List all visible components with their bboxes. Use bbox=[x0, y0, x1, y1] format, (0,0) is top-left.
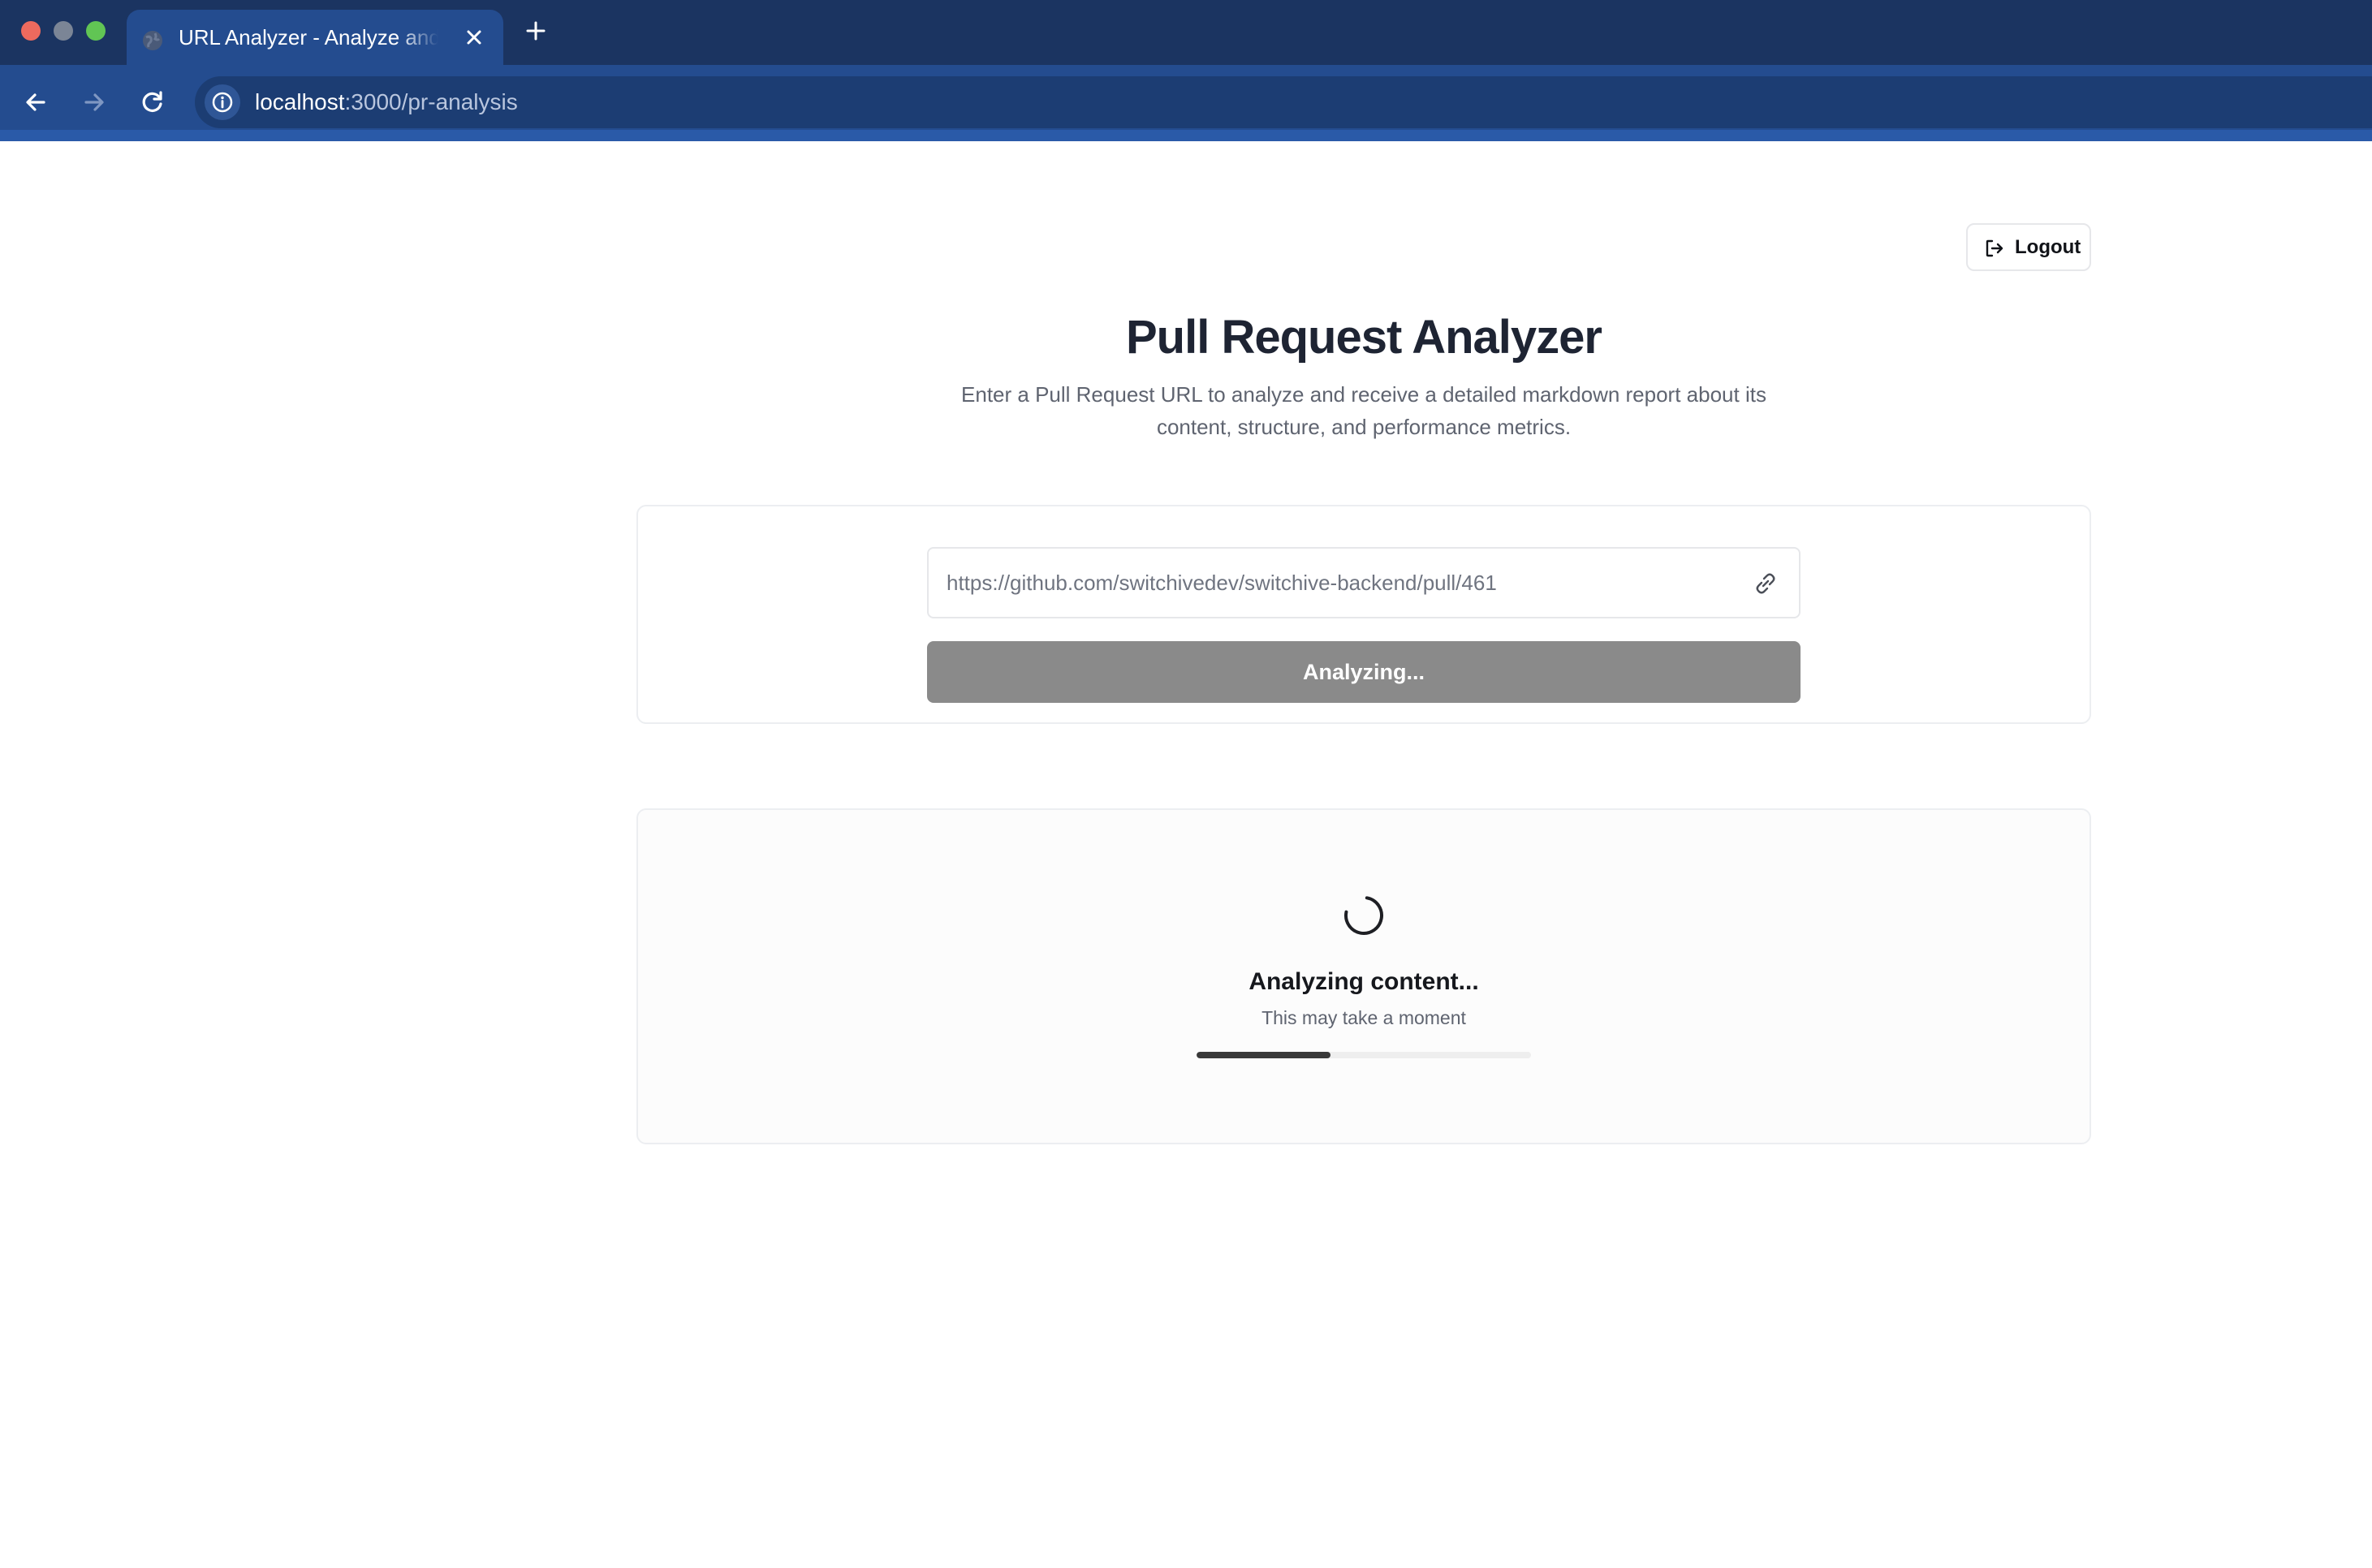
close-icon[interactable] bbox=[458, 21, 490, 54]
tab-title: URL Analyzer - Analyze and Visualize bbox=[179, 25, 438, 50]
logout-icon bbox=[1986, 239, 2003, 257]
progress-bar bbox=[1197, 1052, 1531, 1058]
address-url: localhost:3000/pr-analysis bbox=[255, 76, 518, 128]
link-icon bbox=[1756, 573, 1775, 594]
logout-label: Logout bbox=[2015, 236, 2081, 258]
info-icon[interactable] bbox=[205, 84, 240, 120]
address-host: localhost bbox=[255, 89, 345, 114]
url-input[interactable] bbox=[945, 549, 1724, 617]
window-maximize-button[interactable] bbox=[86, 21, 106, 41]
plus-icon[interactable] bbox=[520, 15, 552, 47]
address-bar[interactable]: localhost:3000/pr-analysis bbox=[195, 76, 2372, 128]
globe-icon bbox=[143, 31, 162, 50]
page-title: Pull Request Analyzer bbox=[1125, 311, 1602, 364]
spinner-icon bbox=[1344, 896, 1383, 935]
progress-fill bbox=[1197, 1052, 1330, 1058]
browser-tab[interactable]: URL Analyzer - Analyze and Visualize bbox=[127, 10, 503, 65]
window-close-button[interactable] bbox=[21, 21, 41, 41]
arrow-left-icon[interactable] bbox=[18, 84, 54, 120]
status-subtitle: This may take a moment bbox=[1261, 1007, 1466, 1028]
window-minimize-button[interactable] bbox=[54, 21, 73, 41]
status-title: Analyzing content... bbox=[1249, 968, 1479, 995]
url-input-container[interactable] bbox=[927, 547, 1801, 618]
analyze-button[interactable]: Analyzing... bbox=[927, 641, 1801, 703]
address-path: :3000/pr-analysis bbox=[344, 89, 518, 114]
reload-icon[interactable] bbox=[135, 84, 170, 120]
logout-button[interactable]: Logout bbox=[1966, 223, 2091, 271]
browser-tab-bar: URL Analyzer - Analyze and Visualize bbox=[0, 0, 2372, 65]
arrow-right-icon[interactable] bbox=[76, 84, 112, 120]
toolbar-divider bbox=[0, 130, 2372, 141]
page-subtitle: Enter a Pull Request URL to analyze and … bbox=[961, 382, 1766, 439]
